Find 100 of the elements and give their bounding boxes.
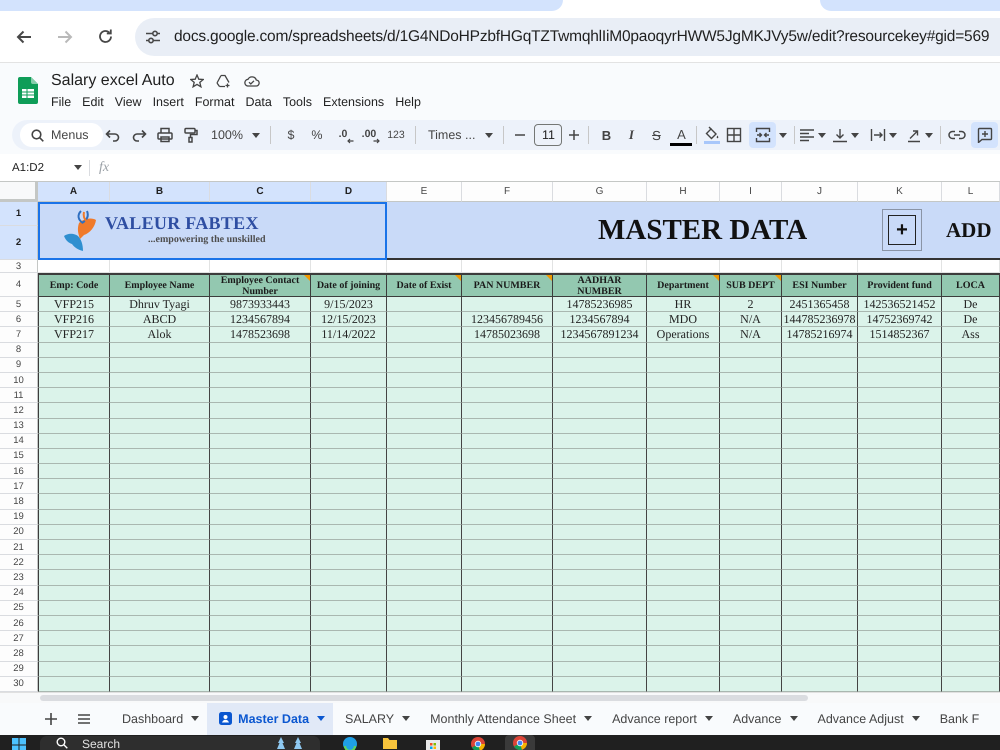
row-header[interactable]: 24 (0, 586, 38, 601)
paint-bucket-icon[interactable] (704, 126, 720, 144)
menu-icon[interactable] (77, 712, 91, 725)
row-header[interactable]: 15 (0, 448, 38, 464)
font-dropdown[interactable]: Times ... (422, 123, 498, 147)
triangle-plus-icon[interactable] (216, 74, 231, 88)
column-header[interactable]: D (311, 182, 387, 202)
sheet-tab[interactable]: Advance report (600, 702, 721, 735)
bold-button[interactable]: B (594, 123, 618, 147)
menu-item[interactable]: Help (395, 94, 421, 110)
star-icon[interactable] (190, 74, 204, 88)
zoom-dropdown[interactable]: 100% (207, 123, 264, 147)
row-header[interactable]: 21 (0, 540, 38, 556)
italic-button[interactable]: I (619, 123, 644, 147)
paint-roller-icon[interactable] (183, 127, 199, 143)
column-header[interactable]: E (387, 182, 462, 202)
text-wrap-icon[interactable] (870, 128, 886, 142)
row-header[interactable]: 3 (0, 260, 38, 273)
row-header[interactable]: 1 (0, 202, 38, 226)
row-header[interactable]: 22 (0, 555, 38, 570)
borders-icon[interactable] (726, 127, 742, 143)
row-header[interactable]: 19 (0, 510, 38, 525)
row-header[interactable]: 25 (0, 600, 38, 616)
sheet-tab[interactable]: Advance (720, 702, 806, 735)
menu-item[interactable]: Extensions (323, 94, 384, 110)
document-title[interactable]: Salary excel Auto (51, 71, 175, 91)
row-header[interactable]: 26 (0, 616, 38, 632)
menu-item[interactable]: Format (194, 94, 234, 110)
menu-item[interactable]: Data (245, 94, 272, 110)
menu-search-field[interactable]: Menus (20, 123, 103, 147)
menu-item[interactable]: View (114, 94, 142, 110)
sheet-tab[interactable]: Dashboard (110, 702, 208, 735)
column-header[interactable]: B (110, 182, 210, 202)
start-icon[interactable] (12, 738, 26, 750)
row-header[interactable]: 27 (0, 631, 38, 646)
circle-logo-icon[interactable] (471, 736, 485, 750)
column-header[interactable]: J (782, 182, 858, 202)
row-header[interactable]: 20 (0, 524, 38, 540)
site-info-icon[interactable] (145, 30, 161, 44)
currency-button[interactable]: $ (278, 123, 303, 147)
horizontal-scrollbar[interactable] (40, 694, 808, 701)
caret-icon[interactable] (851, 132, 860, 138)
taskbar-search-field[interactable]: Search (40, 736, 320, 750)
menu-item[interactable]: Edit (82, 94, 104, 110)
logo-banner[interactable]: VALEUR FABTEX ...empowering the unskilled (38, 202, 387, 260)
print-icon[interactable] (157, 127, 173, 143)
row-header[interactable]: 11 (0, 388, 38, 404)
row-header[interactable]: 29 (0, 662, 38, 677)
row-header[interactable]: 4 (0, 273, 38, 297)
cloud-icon[interactable] (242, 75, 260, 87)
sheet-tab[interactable]: Master Data (207, 702, 334, 735)
row-header[interactable]: 10 (0, 372, 38, 388)
row-header[interactable]: 9 (0, 358, 38, 373)
font-size-field[interactable]: 11 (534, 124, 562, 146)
text-color-button[interactable]: A (670, 124, 692, 146)
row-header[interactable]: 5 (0, 297, 38, 312)
row-header[interactable]: 12 (0, 403, 38, 418)
spreadsheet-icon[interactable] (18, 77, 38, 104)
link-icon[interactable] (948, 130, 966, 140)
column-header[interactable]: F (462, 182, 553, 202)
undo-icon[interactable] (105, 127, 121, 143)
add-sheet-icon[interactable] (44, 712, 58, 726)
taskbar-app-button[interactable] (505, 734, 535, 750)
row-header[interactable]: 28 (0, 646, 38, 662)
column-header[interactable]: C (210, 182, 311, 202)
plus-icon[interactable] (568, 129, 580, 141)
add-comment-button[interactable] (971, 122, 998, 148)
row-header[interactable]: 14 (0, 434, 38, 449)
row-header[interactable]: 8 (0, 342, 38, 358)
sheet-tab[interactable]: Monthly Attendance Sheet (418, 702, 600, 735)
menu-item[interactable]: Tools (282, 94, 312, 110)
back-icon[interactable] (16, 30, 32, 44)
menu-item[interactable]: File (51, 94, 72, 110)
caret-icon[interactable] (889, 132, 898, 138)
reload-icon[interactable] (98, 29, 113, 44)
decrease-decimals-button[interactable]: .0 (330, 123, 355, 147)
column-header[interactable]: A (38, 182, 110, 202)
row-header[interactable]: 7 (0, 327, 38, 343)
strikethrough-button[interactable]: S (644, 123, 668, 147)
row-header[interactable]: 17 (0, 479, 38, 494)
percent-button[interactable]: % (304, 123, 329, 147)
sheet-tab[interactable]: SALARY (333, 702, 418, 735)
redo-icon[interactable] (131, 127, 147, 143)
caret-icon[interactable] (779, 132, 788, 138)
row-header[interactable]: 23 (0, 570, 38, 586)
column-header[interactable]: L (942, 182, 1000, 202)
align-bottom-icon[interactable] (832, 127, 848, 143)
row-header[interactable]: 30 (0, 676, 38, 692)
menu-item[interactable]: Insert (152, 94, 184, 110)
name-box[interactable]: A1:D2 (12, 162, 82, 174)
row-header[interactable]: 16 (0, 464, 38, 480)
merge-cells-button[interactable] (749, 122, 776, 148)
add-button[interactable]: + (882, 209, 922, 251)
row-header[interactable]: 18 (0, 494, 38, 510)
sheet-tab[interactable]: Bank F (928, 702, 988, 735)
address-bar[interactable]: docs.google.com/spreadsheets/d/1G4NDoHPzbfHGqTZTwmqhlIiM0paoqyrHWW5JgMKJVy5w/edit?resourcekey#gid=569 (135, 18, 1000, 56)
column-header[interactable]: I (720, 182, 782, 202)
column-header[interactable]: H (647, 182, 720, 202)
caret-icon[interactable] (818, 132, 826, 138)
sheet-tab[interactable]: Advance Adjust (806, 702, 928, 735)
